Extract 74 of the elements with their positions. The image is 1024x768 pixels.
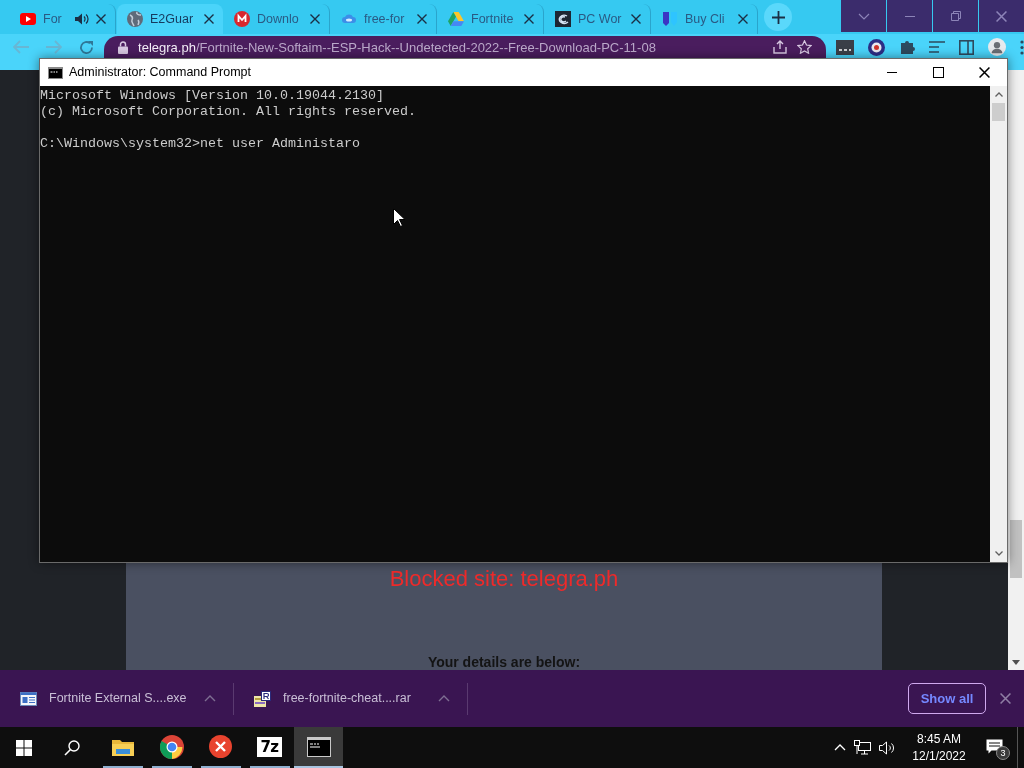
round-badge-icon[interactable]: [868, 38, 885, 56]
plus-icon: [771, 10, 785, 24]
close-icon[interactable]: [204, 14, 214, 24]
scrollbar-thumb[interactable]: [1010, 520, 1022, 578]
swirl-logo-icon: [555, 11, 571, 27]
terminal-icon: [48, 66, 63, 79]
minimize-icon: [887, 72, 897, 73]
windows-logo-icon: [16, 739, 32, 756]
down-arrow-icon[interactable]: [1012, 659, 1020, 665]
clock-time[interactable]: 8:45 AM: [917, 730, 961, 748]
folder-icon: [111, 737, 134, 756]
down-chevron-icon[interactable]: [994, 551, 1003, 556]
share-icon[interactable]: [773, 40, 787, 54]
console-scrollbar[interactable]: [990, 86, 1007, 562]
close-icon: [978, 67, 990, 78]
url-text: telegra.ph/Fortnite-New-Softaim--ESP-Hack--Undetected-2022--Free-Download-PC-11-08: [138, 39, 657, 55]
notifications-button[interactable]: 3: [979, 727, 1017, 768]
taskbar-app-button[interactable]: 7z: [245, 727, 294, 768]
clock-date[interactable]: 12/1/2022: [912, 747, 966, 765]
console-output-line: Microsoft Windows [Version 10.0.19044.2130]: [40, 88, 384, 104]
search-icon: [64, 739, 80, 756]
details-heading: Your details are below:: [427, 655, 581, 670]
show-all-button[interactable]: Show all: [908, 683, 986, 714]
address-bar[interactable]: telegra.ph/Fortnite-New-Softaim--ESP-Hack--Undetected-2022--Free-Download-PC-11-08: [104, 36, 826, 58]
close-icon[interactable]: [631, 14, 641, 24]
close-icon[interactable]: [310, 14, 320, 24]
app-logo: 7z: [257, 736, 282, 757]
avatar-icon[interactable]: [988, 38, 1006, 56]
restore-icon: [950, 11, 961, 21]
minimize-icon: [904, 15, 915, 17]
m-logo-icon: [234, 11, 250, 27]
download-item[interactable]: Fortnite External S....exe: [49, 689, 204, 708]
new-tab-button[interactable]: [764, 3, 792, 31]
more-icon[interactable]: [1020, 39, 1024, 55]
close-icon[interactable]: [738, 14, 748, 24]
archive-icon: [254, 690, 271, 707]
cloud-icon: [341, 13, 357, 25]
play-icon: [20, 13, 36, 25]
close-icon: [996, 10, 1007, 22]
close-icon[interactable]: [417, 14, 427, 24]
console-command-line: C:\Windows\system32>net user Administaro: [40, 136, 360, 152]
console-output-line: (c) Microsoft Corporation. All rights reserved.: [40, 104, 416, 120]
up-chevron-icon[interactable]: [994, 92, 1003, 97]
maximize-icon: [932, 67, 944, 78]
browser-logo-icon: [159, 734, 184, 759]
star-icon[interactable]: [797, 40, 812, 54]
globe-icon: [127, 11, 143, 27]
close-icon[interactable]: [999, 693, 1011, 704]
speaker-icon[interactable]: [75, 13, 89, 25]
lock-icon: [118, 40, 129, 54]
list-icon[interactable]: [929, 40, 945, 54]
close-icon[interactable]: [96, 14, 106, 24]
chevron-down-icon: [857, 12, 870, 20]
restore-button[interactable]: [933, 0, 978, 32]
puzzle-icon[interactable]: [899, 39, 915, 55]
scrollbar[interactable]: [1008, 70, 1024, 670]
browser-tab[interactable]: E2Guar: [117, 4, 223, 34]
triangle-logo-icon: [448, 12, 464, 26]
taskbar-app-button[interactable]: [294, 727, 343, 768]
reload-icon[interactable]: [79, 39, 94, 55]
sidebar-icon[interactable]: [959, 39, 974, 55]
console-title: Administrator: Command Prompt: [69, 64, 251, 82]
network-icon[interactable]: [854, 740, 871, 755]
mouse-pointer-icon: [393, 208, 405, 227]
application-icon: [20, 691, 37, 706]
terminal-icon: [306, 736, 331, 757]
download-item[interactable]: free-fortnite-cheat....rar: [283, 689, 438, 708]
volume-icon[interactable]: [879, 740, 895, 755]
console-scrollbar-thumb[interactable]: [992, 103, 1005, 121]
close-icon[interactable]: [524, 14, 534, 24]
app-tile-icon[interactable]: [836, 39, 854, 55]
shield-logo-icon: [662, 11, 678, 27]
blocked-heading: Blocked site: telegra.ph: [389, 565, 619, 593]
error-icon: [209, 735, 232, 758]
